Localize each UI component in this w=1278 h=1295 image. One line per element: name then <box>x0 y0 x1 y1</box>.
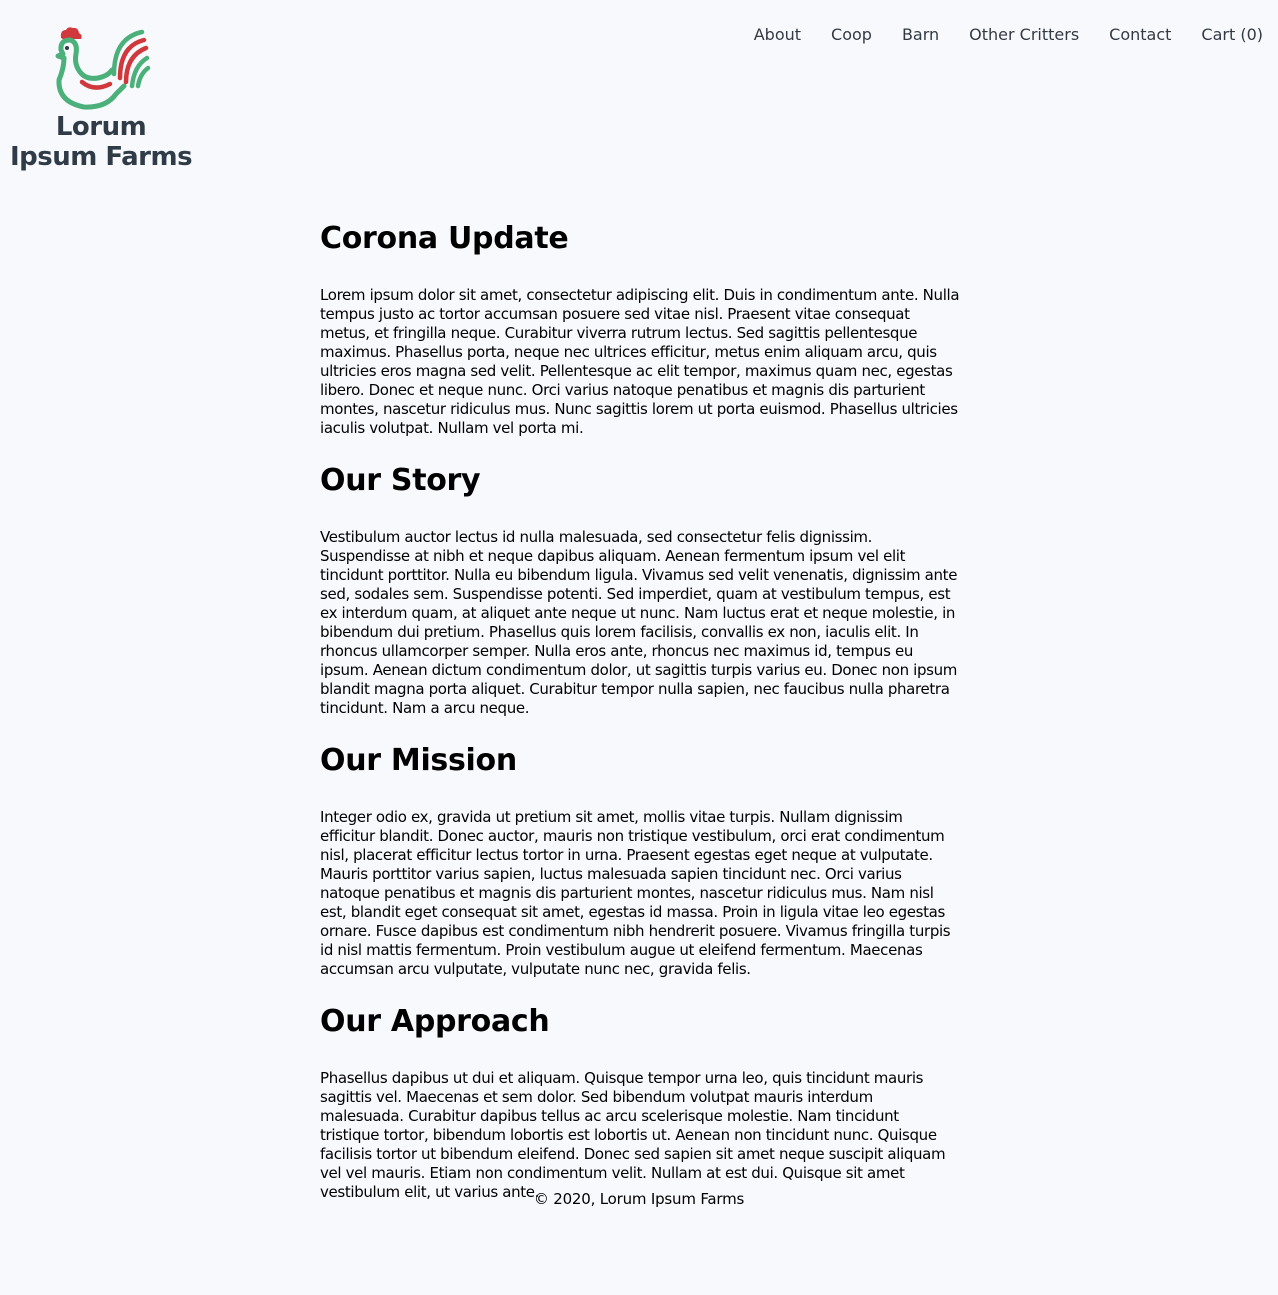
section-title: Our Approach <box>320 1004 550 1039</box>
nav-link-barn[interactable]: Barn <box>902 24 939 46</box>
nav-link-coop[interactable]: Coop <box>831 24 872 46</box>
nav-link-contact[interactable]: Contact <box>1109 24 1171 46</box>
section-our-mission: Our Mission Integer odio ex, gravida ut … <box>320 740 960 979</box>
nav-link-cart[interactable]: Cart (0) <box>1201 24 1263 46</box>
section-our-approach: Our Approach Phasellus dapibus ut dui et… <box>320 1001 960 1202</box>
nav-link-other-critters[interactable]: Other Critters <box>969 24 1079 46</box>
section-body: Phasellus dapibus ut dui et aliquam. Qui… <box>320 1069 946 1201</box>
copyright-text: © 2020, Lorum Ipsum Farms <box>533 1190 745 1208</box>
nav-link-about[interactable]: About <box>754 24 801 46</box>
rooster-logo-icon <box>55 27 151 110</box>
section-title: Our Mission <box>320 743 517 778</box>
home-logo-link[interactable]: Lorum Ipsum Farms <box>8 22 194 182</box>
site-header: Lorum Ipsum Farms About Coop Barn Other … <box>0 0 1278 190</box>
main-content: Corona Update Lorem ipsum dolor sit amet… <box>320 218 960 1224</box>
brand-name-line-1: Lorum <box>55 112 147 142</box>
section-title: Corona Update <box>320 221 569 256</box>
brand-name-line-2: Ipsum Farms <box>9 142 193 172</box>
section-corona-update: Corona Update Lorem ipsum dolor sit amet… <box>320 218 960 438</box>
section-body: Vestibulum auctor lectus id nulla malesu… <box>320 528 958 717</box>
section-our-story: Our Story Vestibulum auctor lectus id nu… <box>320 460 960 718</box>
section-body: Integer odio ex, gravida ut pretium sit … <box>320 808 951 978</box>
main-nav: About Coop Barn Other Critters Contact C… <box>754 24 1263 46</box>
site-footer: © 2020, Lorum Ipsum Farms <box>0 1189 1278 1209</box>
section-body: Lorem ipsum dolor sit amet, consectetur … <box>320 286 960 437</box>
section-title: Our Story <box>320 463 481 498</box>
